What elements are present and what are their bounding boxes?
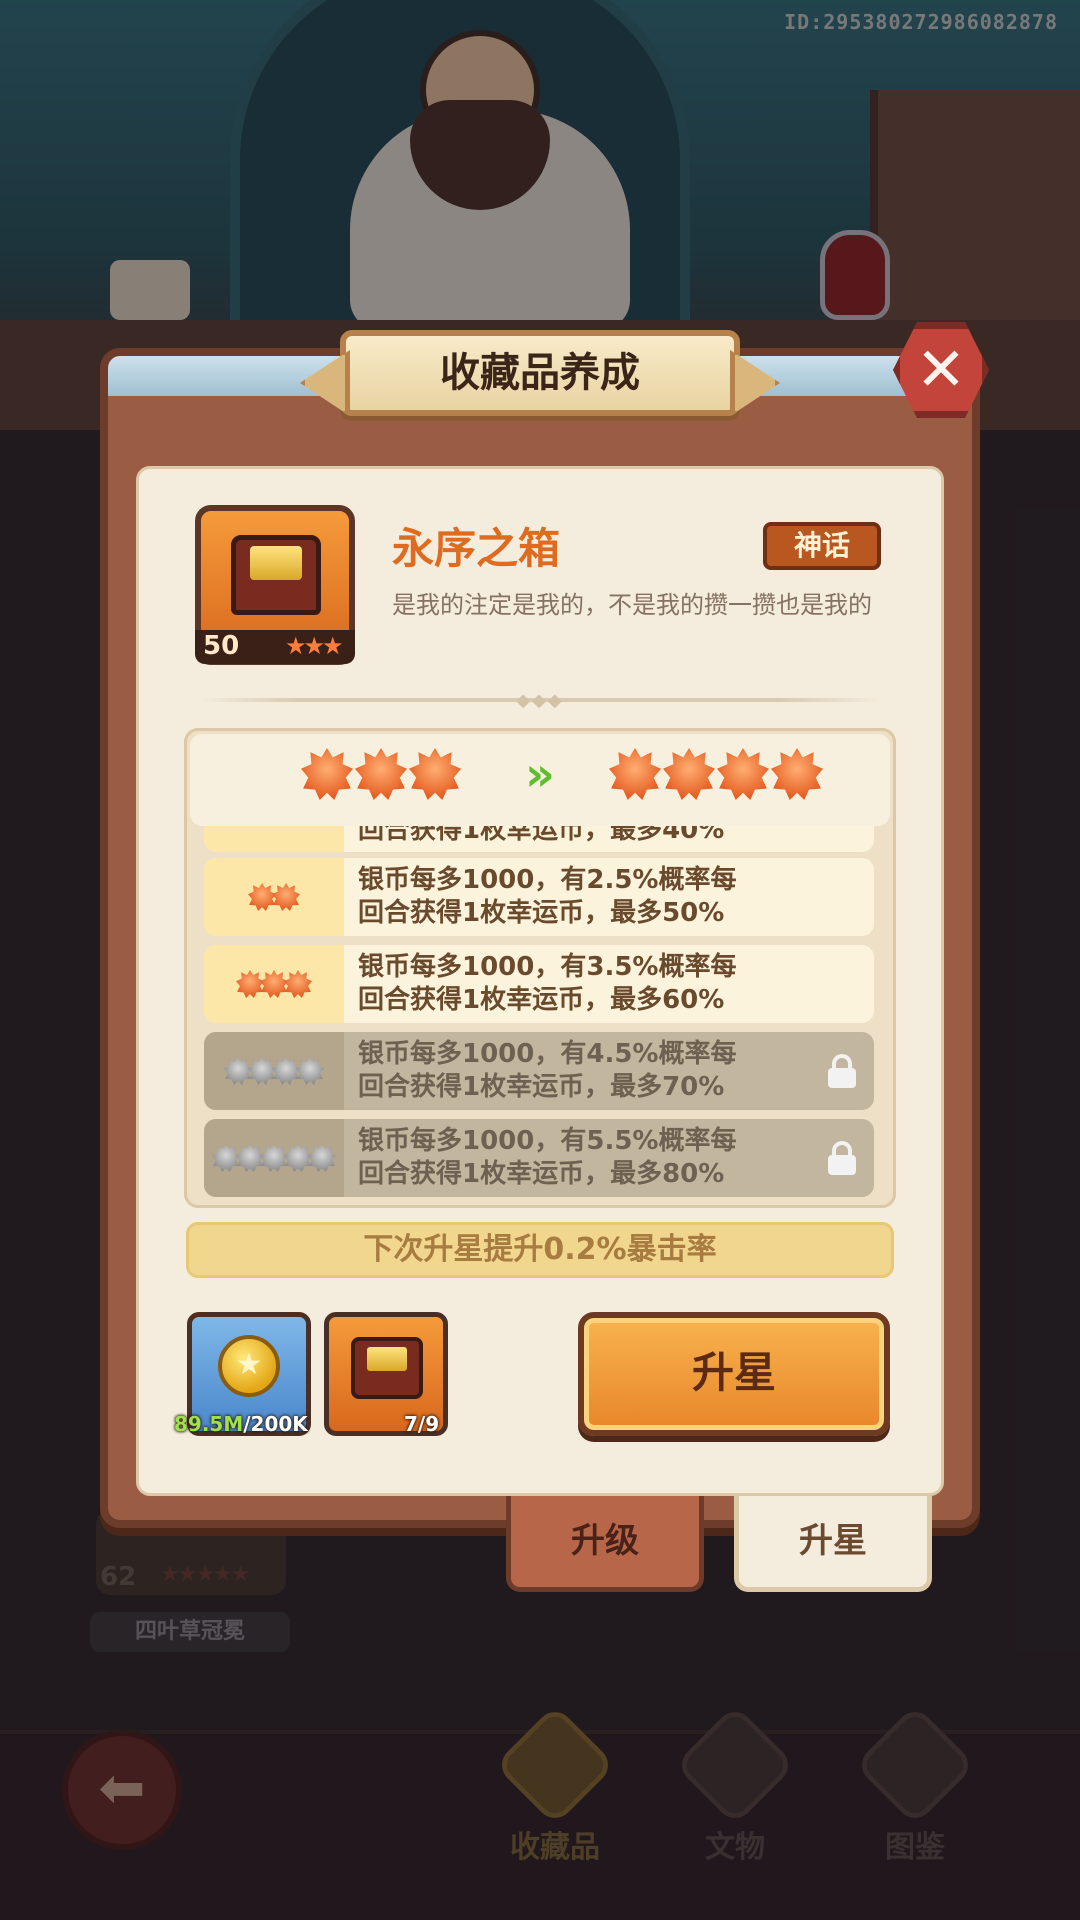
item-level: 50 [203, 631, 240, 661]
coin-cost-label: 89.5M/200K [174, 1412, 308, 1438]
list-item: 回合获得1枚幸运币，最多40% [204, 826, 874, 852]
star-icon [236, 1144, 264, 1172]
effect-line: 银币每多1000，有4.5%概率每 [358, 1039, 737, 1069]
star-icon [355, 748, 407, 800]
tab-upgrade[interactable]: 升级 [506, 1496, 704, 1592]
item-description: 是我的注定是我的，不是我的攒一攒也是我的 [392, 591, 872, 619]
effect-text: 银币每多1000，有2.5%概率每 回合获得1枚幸运币，最多50% [358, 864, 828, 930]
gold-bars-icon [250, 546, 302, 580]
chest-cost-label: 7/9 [404, 1412, 439, 1438]
coin-need: /200K [243, 1412, 308, 1436]
close-icon: ✕ [915, 335, 967, 405]
effect-text: 银币每多1000，有3.5%概率每 回合获得1枚幸运币，最多60% [358, 951, 828, 1017]
list-item-locked: 银币每多1000，有4.5%概率每 回合获得1枚幸运币，最多70% [204, 1032, 874, 1110]
next-arrow-icon: » [525, 747, 555, 801]
item-level-bar: 50 ★★★ [195, 630, 355, 664]
dialog-title: 收藏品养成 [340, 330, 740, 416]
effect-line: 银币每多1000，有3.5%概率每 [358, 952, 737, 982]
row-stars [204, 1032, 344, 1110]
star-icon [296, 1057, 324, 1085]
lock-icon [826, 1054, 858, 1088]
effect-text: 银币每多1000，有5.5%概率每 回合获得1枚幸运币，最多80% [358, 1125, 828, 1191]
treasure-chest-icon [351, 1337, 423, 1399]
star-icon [308, 1144, 336, 1172]
upstar-button[interactable]: 升星 [578, 1312, 890, 1436]
effect-line: 银币每多1000，有5.5%概率每 [358, 1126, 737, 1156]
rarity-badge: 神话 [763, 522, 881, 570]
row-stars [204, 826, 344, 852]
tab-upstar[interactable]: 升星 [734, 1496, 932, 1592]
star-coin-icon: ★ [218, 1335, 280, 1397]
item-name: 永序之箱 [392, 524, 561, 573]
star-icon [272, 1057, 300, 1085]
treasure-chest-icon [231, 535, 321, 615]
star-icon [284, 970, 312, 998]
star-icon [248, 883, 276, 911]
list-item: 银币每多1000，有3.5%概率每 回合获得1枚幸运币，最多60% [204, 945, 874, 1023]
next-stars [608, 740, 824, 810]
effect-line: 回合获得1枚幸运币，最多60% [358, 985, 725, 1015]
effect-text: 回合获得1枚幸运币，最多40% [358, 826, 725, 845]
star-icon [248, 1057, 276, 1085]
list-item: 银币每多1000，有2.5%概率每 回合获得1枚幸运币，最多50% [204, 858, 874, 936]
list-item-locked: 银币每多1000，有5.5%概率每 回合获得1枚幸运币，最多80% [204, 1119, 874, 1197]
coin-owned: 89.5M [174, 1412, 244, 1436]
lock-icon [826, 1141, 858, 1175]
chest-owned: 7 [404, 1412, 418, 1436]
star-icon [284, 1144, 312, 1172]
row-stars [204, 945, 344, 1023]
chest-need: /9 [417, 1412, 440, 1436]
row-stars [204, 858, 344, 936]
star-icon [224, 1057, 252, 1085]
star-icon [717, 748, 769, 800]
star-icon [260, 1144, 288, 1172]
effect-line: 银币每多1000，有2.5%概率每 [358, 865, 737, 895]
effect-line: 回合获得1枚幸运币，最多50% [358, 898, 725, 928]
next-star-bonus: 下次升星提升0.2%暴击率 [186, 1222, 894, 1278]
item-star-rating: ★★★ [285, 632, 344, 660]
row-stars [204, 1119, 344, 1197]
star-icon [301, 748, 353, 800]
current-stars [300, 740, 462, 810]
star-icon [212, 1144, 240, 1172]
star-icon [236, 970, 264, 998]
star-icon [771, 748, 823, 800]
effect-line: 回合获得1枚幸运币，最多80% [358, 1159, 725, 1189]
divider-ornament: ◆◆◆ [516, 690, 564, 711]
star-icon [409, 748, 461, 800]
star-icon [609, 748, 661, 800]
star-icon [663, 748, 715, 800]
effect-line: 回合获得1枚幸运币，最多70% [358, 1072, 725, 1102]
star-icon [272, 883, 300, 911]
effect-text: 银币每多1000，有4.5%概率每 回合获得1枚幸运币，最多70% [358, 1038, 828, 1104]
star-icon [260, 970, 288, 998]
star-effects-list[interactable]: 回合获得1枚幸运币，最多40% 银币每多1000，有2.5%概率每 回合获得1枚… [196, 826, 884, 1202]
